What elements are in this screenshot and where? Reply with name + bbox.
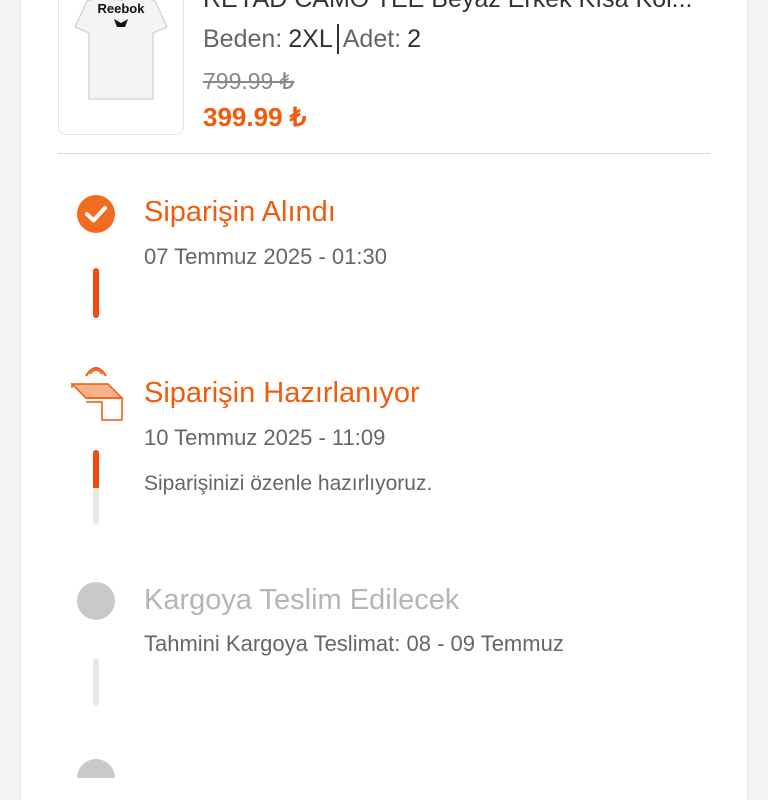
step-date-shipping: Tahmini Kargoya Teslimat: 08 - 09 Temmuz (144, 631, 564, 656)
step-title-preparing: Siparişin Hazırlanıyor (144, 377, 420, 409)
old-price: 799.99 ₺ (203, 68, 295, 94)
step-date-received: 07 Temmuz 2025 - 01:30 (144, 244, 387, 269)
progress-bar-3 (93, 658, 99, 706)
divider (58, 153, 710, 154)
pending-dot-icon (77, 582, 115, 620)
qty-value: 2 (407, 24, 422, 53)
step-date-preparing: 10 Temmuz 2025 - 11:09 (144, 425, 386, 450)
progress-bar-2-fill (93, 450, 99, 488)
size-value: 2XL (288, 24, 333, 53)
product-title: REYAD CAMO TEE Beyaz Erkek Kısa Kol... (203, 0, 723, 12)
package-icon (70, 367, 124, 421)
variant-separator (336, 24, 339, 54)
qty-label: Adet: (342, 24, 402, 53)
next-step-dot-icon (77, 759, 115, 778)
tshirt-image: Reebok (73, 0, 169, 100)
new-price: 399.99 ₺ (203, 102, 307, 132)
progress-bar-1 (93, 268, 99, 318)
step-desc-preparing: Siparişinizi özenle hazırlıyoruz. (144, 472, 433, 495)
product-image[interactable]: Reebok (58, 0, 184, 135)
size-label: Beden: (203, 24, 283, 53)
progress-bar-2 (93, 450, 99, 524)
variant-row: Beden: 2XL Adet: 2 (203, 24, 421, 54)
step-title-received: Siparişin Alındı (144, 196, 336, 228)
brand-logo: Reebok (98, 1, 146, 16)
step-title-shipping: Kargoya Teslim Edilecek (144, 584, 460, 616)
check-circle-icon (77, 195, 115, 233)
